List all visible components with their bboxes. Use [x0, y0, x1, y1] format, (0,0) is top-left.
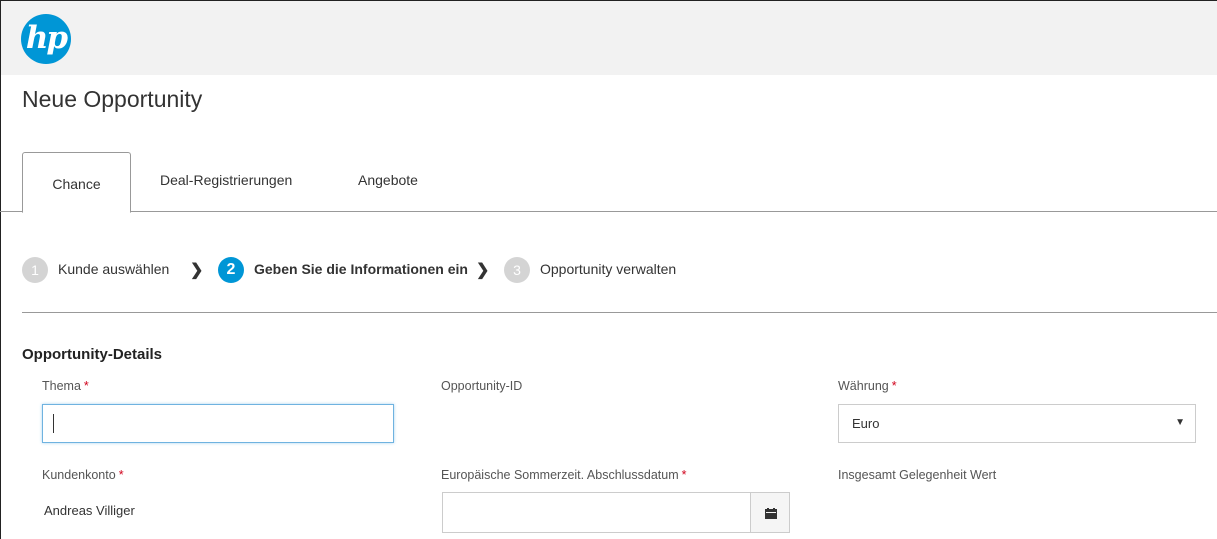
page-title: Neue Opportunity	[22, 86, 203, 112]
section-divider	[22, 312, 1217, 313]
waehrung-select[interactable]: Euro ▼	[838, 404, 1196, 443]
hp-logo[interactable]: hp	[21, 14, 71, 64]
required-marker: *	[83, 379, 89, 393]
chevron-right-icon: ❯	[190, 262, 204, 279]
chevron-right-icon: ❯	[476, 262, 490, 279]
step-label: Kunde auswählen	[58, 261, 170, 277]
required-marker: *	[118, 468, 124, 482]
waehrung-label: Währung *	[838, 379, 897, 393]
step-number: 1	[22, 257, 48, 283]
tab-bar: Chance Deal-Registrierungen Angebote	[0, 152, 1217, 213]
calendar-icon	[765, 508, 777, 519]
tab-angebote[interactable]: Angebote	[358, 152, 428, 212]
step-number: 2	[218, 257, 244, 283]
thema-input[interactable]	[42, 404, 394, 443]
text-caret	[53, 414, 54, 433]
label-text: Opportunity-ID	[441, 379, 523, 393]
label-text: Kundenkonto	[42, 468, 116, 482]
kundenkonto-value: Andreas Villiger	[44, 503, 135, 518]
abschlussdatum-input[interactable]	[442, 492, 750, 533]
tab-deal-registrierungen[interactable]: Deal-Registrierungen	[160, 152, 310, 212]
select-value: Euro	[852, 416, 880, 431]
app-header: hp	[1, 1, 1217, 75]
opportunity-id-label: Opportunity-ID	[441, 379, 522, 393]
thema-label: Thema *	[42, 379, 89, 393]
step-number: 3	[504, 257, 530, 283]
tab-chance[interactable]: Chance	[22, 152, 131, 213]
label-text: Währung	[838, 379, 889, 393]
date-picker-button[interactable]	[750, 492, 790, 533]
label-text: Thema	[42, 379, 81, 393]
required-marker: *	[891, 379, 897, 393]
section-title: Opportunity-Details	[22, 346, 163, 363]
label-text: Insgesamt Gelegenheit Wert	[838, 468, 997, 482]
abschlussdatum-label: Europäische Sommerzeit. Abschlussdatum *	[441, 468, 687, 482]
step-label: Geben Sie die Informationen ein	[254, 261, 468, 277]
kundenkonto-label: Kundenkonto *	[42, 468, 124, 482]
label-text: Europäische Sommerzeit. Abschlussdatum	[441, 468, 679, 482]
gesamtwert-label: Insgesamt Gelegenheit Wert	[838, 468, 996, 482]
caret-down-icon: ▼	[1175, 417, 1185, 428]
logo-text: hp	[25, 20, 68, 56]
step-label: Opportunity verwalten	[540, 261, 677, 277]
required-marker: *	[681, 468, 687, 482]
